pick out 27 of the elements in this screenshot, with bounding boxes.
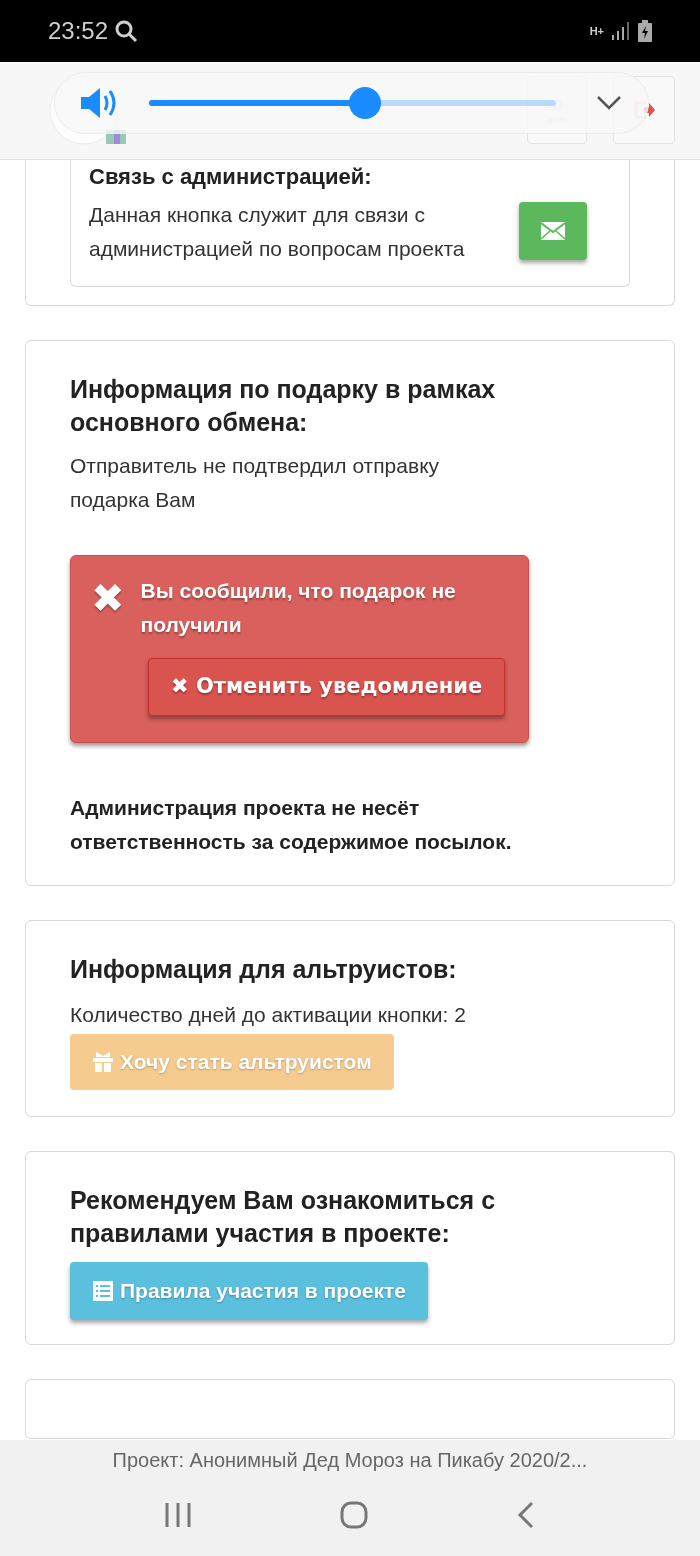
days-counter: Количество дней до активации кнопки: 2 [70, 1002, 467, 1028]
network-type: H+ [589, 25, 604, 37]
gift-icon [92, 1051, 114, 1073]
search-icon [114, 19, 139, 43]
section-title: Информация по подарку в рамках основного обмена: [70, 374, 497, 438]
altruist-button: Хочу стать альтруистом [70, 1034, 394, 1090]
volume-thumb[interactable] [348, 87, 381, 119]
section-title: Связь с администрацией: [89, 163, 373, 191]
chevron-down-icon[interactable] [596, 95, 622, 111]
contact-description: Данная кнопка служит для связи с администрацией по вопросам проекта [89, 202, 466, 262]
cross-icon: ✖ [91, 574, 125, 622]
home-icon[interactable] [339, 1500, 369, 1530]
battery-icon [638, 20, 652, 42]
email-button[interactable] [519, 202, 587, 260]
rules-button[interactable]: Правила участия в проекте [70, 1262, 429, 1320]
alert-message: Вы сообщили, что подарок не получили [140, 578, 457, 638]
section-title: Информация для альтруистов: [70, 954, 458, 985]
envelope-icon [541, 222, 565, 240]
signal-icon [610, 21, 630, 41]
cancel-notification-button[interactable]: ✖ Отменить уведомление [148, 658, 506, 716]
page-title: Проект: Анонимный Дед Мороз на Пикабу 2020/2... [112, 1448, 588, 1473]
section-title: Рекомендуем Вам ознакомиться с правилами участия в проекте: [70, 1185, 497, 1249]
recent-apps-icon[interactable] [163, 1501, 192, 1529]
disclaimer: Администрация проекта не несёт ответственность за содержимое посылок. [70, 795, 513, 855]
clock: 23:52 [48, 16, 109, 46]
list-icon [92, 1280, 114, 1302]
gift-status: Отправитель не подтвердил отправку подарка Вам [70, 453, 441, 513]
